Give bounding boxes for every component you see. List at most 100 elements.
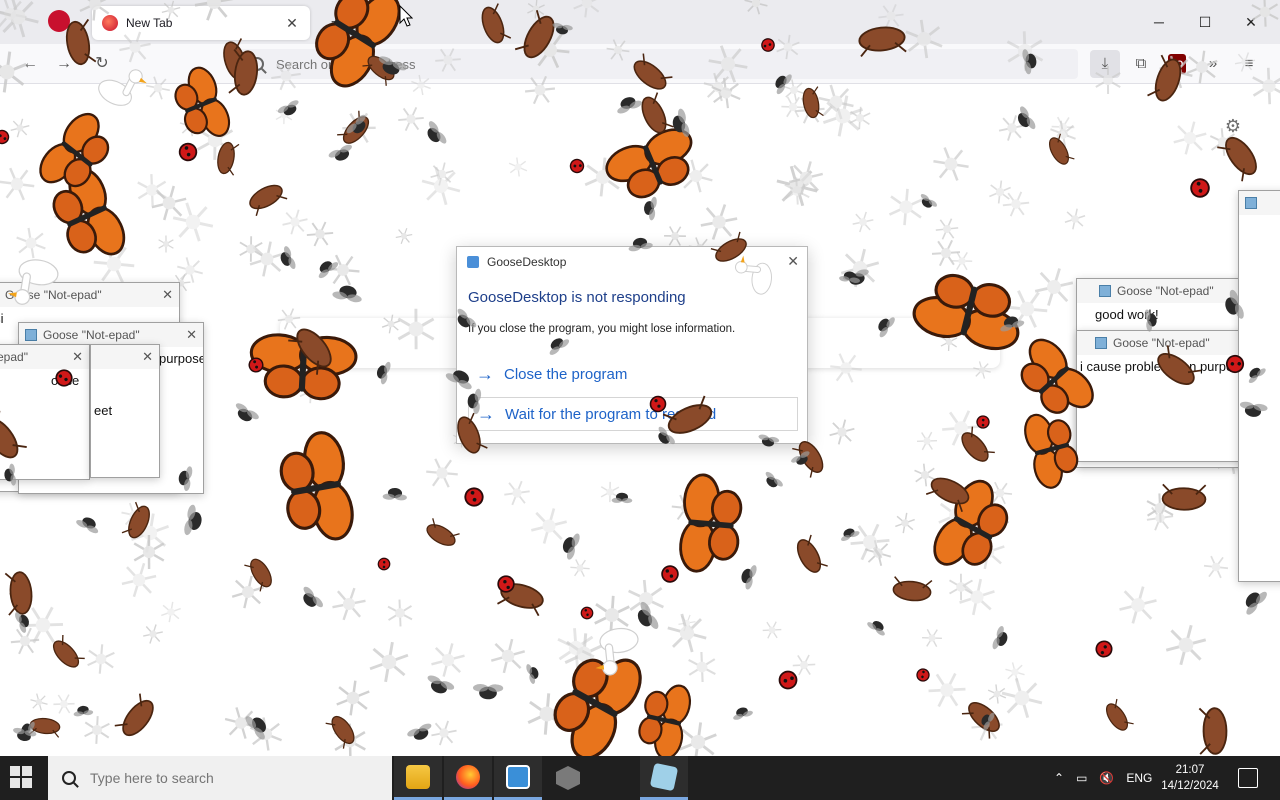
butterfly-icon — [908, 266, 1030, 356]
ladybug-icon — [579, 605, 595, 621]
taskbar-search-input[interactable] — [90, 770, 370, 786]
fly-icon — [865, 616, 890, 637]
cockroach-icon — [48, 634, 86, 672]
ladybug-icon — [660, 564, 680, 584]
folder-icon — [406, 764, 430, 789]
cockroach-icon — [245, 179, 288, 217]
volume-muted-icon[interactable]: 🔇 — [1099, 771, 1114, 785]
cockroach-icon — [4, 570, 35, 616]
firefox-app[interactable] — [444, 756, 492, 800]
fly-icon — [276, 245, 297, 273]
fly-icon — [406, 721, 436, 745]
fly-icon — [613, 92, 644, 116]
clock-time: 21:07 — [1175, 764, 1205, 776]
fly-icon — [451, 307, 478, 334]
fly-icon — [760, 470, 785, 493]
cockroach-icon — [121, 501, 155, 542]
fly-icon — [916, 192, 939, 212]
notifications-icon[interactable] — [1238, 768, 1258, 788]
fly-icon — [770, 69, 794, 96]
fly-icon — [1244, 362, 1268, 385]
ladybug-icon — [974, 413, 992, 431]
ladybug-icon — [777, 669, 799, 691]
ladybug-icon — [649, 395, 667, 413]
firefox-icon — [456, 764, 480, 789]
fly-icon — [296, 584, 325, 614]
fly-icon — [276, 98, 303, 120]
cockroach-icon — [1101, 698, 1135, 735]
ladybug-icon — [1188, 176, 1212, 200]
cockroach-icon — [1045, 133, 1075, 168]
language-indicator[interactable]: ENG — [1126, 771, 1152, 785]
cockroach-icon — [423, 517, 461, 551]
cockroach-icon — [956, 425, 996, 467]
fly-icon — [551, 22, 574, 37]
cockroach-icon — [1161, 483, 1207, 511]
goose-icon — [6, 255, 61, 310]
ladybug-icon — [0, 127, 12, 147]
cockroach-icon — [477, 2, 512, 47]
blue-app[interactable] — [494, 756, 542, 800]
ladybug-icon — [567, 156, 587, 176]
fly-icon — [873, 312, 897, 339]
cockroach-icon — [243, 555, 277, 593]
goose-desktop-app[interactable] — [640, 756, 688, 800]
fly-icon — [558, 530, 582, 561]
cockroach-icon — [800, 86, 825, 120]
mouse-cursor-icon — [399, 5, 413, 27]
cockroach-icon — [214, 140, 240, 176]
ladybug-icon — [1092, 637, 1116, 661]
cockroach-icon — [514, 9, 561, 63]
fly-icon — [544, 333, 571, 357]
fly-icon — [176, 464, 194, 492]
ladybug-icon — [177, 141, 199, 163]
fly-icon — [1220, 288, 1246, 323]
fly-icon — [611, 492, 633, 504]
fly-icon — [444, 364, 477, 392]
search-icon — [62, 771, 76, 785]
ladybug-icon — [375, 555, 393, 573]
fly-icon — [421, 119, 449, 150]
butterfly-icon — [677, 472, 745, 576]
butterfly-icon — [600, 121, 706, 209]
ladybug-icon — [497, 575, 515, 593]
cockroach-icon — [1152, 344, 1202, 391]
butterfly-icon — [539, 638, 651, 756]
butterfly-icon — [273, 428, 359, 548]
cockroach-icon — [662, 395, 717, 440]
fly-icon — [627, 235, 654, 253]
fly-icon — [1021, 47, 1039, 75]
cockroach-icon — [452, 412, 489, 457]
taskbar-search[interactable] — [48, 756, 392, 800]
cockroach-icon — [113, 692, 160, 742]
fly-icon — [72, 704, 94, 717]
hex-app[interactable] — [544, 756, 592, 800]
app-icon — [506, 764, 530, 789]
butterfly-icon — [166, 62, 236, 148]
network-icon[interactable]: ▭ — [1076, 771, 1087, 785]
chevron-up-icon[interactable]: ⌃ — [1054, 771, 1064, 785]
cockroach-icon — [857, 24, 908, 58]
critter-overlay — [0, 0, 1269, 756]
fly-icon — [738, 562, 758, 591]
fly-icon — [74, 512, 103, 535]
clock-date: 14/12/2024 — [1161, 780, 1219, 792]
clock[interactable]: 21:07 14/12/2024 — [1150, 762, 1230, 794]
fly-icon — [642, 195, 658, 221]
cockroach-icon — [1216, 131, 1263, 183]
cockroach-icon — [1198, 706, 1228, 756]
fly-icon — [838, 525, 861, 543]
fly-icon — [243, 710, 273, 742]
butterfly-icon — [1019, 406, 1085, 492]
fly-icon — [466, 387, 482, 415]
file-explorer-app[interactable] — [394, 756, 442, 800]
cockroach-icon — [325, 712, 359, 750]
fly-icon — [331, 283, 364, 304]
fly-icon — [230, 401, 261, 427]
ladybug-icon — [462, 485, 486, 509]
cockroach-icon — [62, 18, 97, 67]
cockroach-icon — [891, 575, 933, 604]
windows-start-icon[interactable] — [10, 766, 34, 790]
fly-icon — [472, 683, 504, 700]
ladybug-icon — [1222, 351, 1248, 377]
